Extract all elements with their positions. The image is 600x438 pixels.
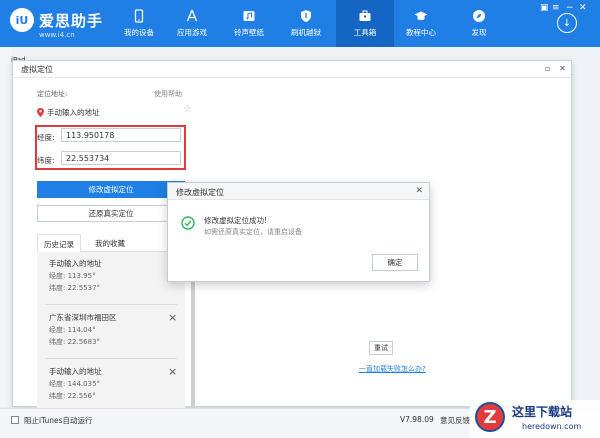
nav-label: 教程中心 <box>406 28 436 37</box>
watermark-url: heredown.com <box>522 422 582 431</box>
list-item[interactable]: 手动输入的地址 经度: 144.035° 纬度: 22.556° × <box>37 360 185 409</box>
itunes-checkbox[interactable] <box>11 416 19 424</box>
restore-icon[interactable]: ▫ <box>545 64 550 73</box>
toolbox-icon <box>359 10 371 21</box>
nav-label: 刷机越狱 <box>291 28 321 37</box>
history-longitude: 经度: 113.95° <box>49 272 96 280</box>
divider <box>45 358 177 359</box>
latitude-label: 纬度: <box>37 156 55 165</box>
favorite-star-icon[interactable]: ☆ <box>183 104 192 115</box>
nav-ringtones-wallpapers[interactable]: 铃声壁纸 <box>220 0 278 47</box>
list-item[interactable]: 手动输入的地址 经度: 113.95° 纬度: 22.5537° <box>37 252 185 302</box>
itunes-label: 阻止iTunes自动运行 <box>24 416 93 425</box>
graduation-icon <box>414 11 428 21</box>
history-list: 手动输入的地址 经度: 113.95° 纬度: 22.5537° 广东省深圳市福… <box>37 252 185 409</box>
nav-my-device[interactable]: 我的设备 <box>110 0 168 47</box>
modify-location-button[interactable]: 修改虚拟定位 <box>37 181 185 198</box>
history-longitude: 经度: 114.04° <box>49 326 96 334</box>
menu-icon[interactable]: ≡ <box>552 3 560 13</box>
nav-tutorial-center[interactable]: 教程中心 <box>392 0 450 47</box>
nav-toolbox[interactable]: 工具箱 <box>336 0 394 47</box>
location-address-label: 定位地址: <box>37 90 68 98</box>
nav-label: 工具箱 <box>353 28 377 37</box>
list-item[interactable]: 广东省深圳市福田区 经度: 114.04° 纬度: 22.5683° × <box>37 306 185 356</box>
nav-label: 发现 <box>471 28 487 37</box>
use-help-link[interactable]: 使用帮助 <box>154 89 182 99</box>
window-titlebar: 虚拟定位 ▫ ✕ <box>13 61 571 78</box>
history-latitude: 纬度: 22.5683° <box>49 338 101 346</box>
download-button[interactable]: ↓ <box>557 13 577 33</box>
history-longitude: 经度: 144.035° <box>49 380 101 388</box>
success-check-icon <box>181 216 195 230</box>
tab-favorites[interactable]: 我的收藏 <box>89 234 131 252</box>
help-link[interactable]: 一直加载失败怎么办? <box>359 364 426 374</box>
skin-icon[interactable]: ▣ <box>540 3 549 13</box>
nav-apps-games[interactable]: 应用游戏 <box>163 0 221 47</box>
longitude-input[interactable]: 113.950178 <box>61 128 181 142</box>
app-logo: iU 爱思助手 www.i4.cn <box>10 8 104 39</box>
retry-button[interactable]: 重试 <box>369 341 393 355</box>
history-tabs: 历史记录 我的收藏 <box>37 234 185 252</box>
minimize-icon[interactable]: − <box>566 3 574 13</box>
apps-icon <box>186 9 198 22</box>
address-row: 手动输入的地址 <box>37 107 100 118</box>
dialog-submessage: 如需还原真实定位，请重启设备 <box>204 228 302 236</box>
close-icon[interactable]: ✕ <box>579 3 587 13</box>
dialog-message: 修改虚拟定位成功! <box>204 216 268 225</box>
longitude-label: 经度: <box>37 133 55 142</box>
dialog-title: 修改虚拟定位 <box>176 188 224 197</box>
nav-flash-jailbreak[interactable]: 刷机越狱 <box>277 0 335 47</box>
delete-icon[interactable]: × <box>168 365 177 378</box>
nav-label: 铃声壁纸 <box>234 28 264 37</box>
tab-history[interactable]: 历史记录 <box>37 234 81 252</box>
history-title: 手动输入的地址 <box>49 367 102 376</box>
dialog-close-icon[interactable]: ✕ <box>415 186 423 196</box>
watermark-text: 这里下载站 <box>512 405 573 419</box>
phone-icon <box>134 9 144 23</box>
compass-icon <box>473 10 485 22</box>
music-icon <box>243 11 255 21</box>
watermark-logo: Z <box>475 402 505 432</box>
version-text: V7.98.09 <box>400 415 434 424</box>
watermark: Z 这里下载站 heredown.com <box>470 400 600 438</box>
top-navigation-bar: iU 爱思助手 www.i4.cn 我的设备 应用游戏 铃声壁纸 刷机越狱 工具… <box>0 0 600 47</box>
shield-icon <box>301 10 311 22</box>
dialog-titlebar: 修改虚拟定位 ✕ <box>168 183 429 200</box>
history-latitude: 纬度: 22.556° <box>49 392 96 400</box>
delete-icon[interactable]: × <box>168 311 177 324</box>
latitude-input[interactable]: 22.553734 <box>61 151 181 165</box>
app-name: 爱思助手 <box>39 11 104 30</box>
ok-button[interactable]: 确定 <box>372 254 418 271</box>
feedback-link[interactable]: 意见反馈 <box>440 415 470 426</box>
app-url: www.i4.cn <box>39 31 75 39</box>
download-arrow-icon: ↓ <box>562 17 572 29</box>
window-close-icon[interactable]: ✕ <box>559 64 566 73</box>
restore-location-button[interactable]: 还原真实定位 <box>37 205 185 222</box>
success-dialog: 修改虚拟定位 ✕ 修改虚拟定位成功! 如需还原真实定位，请重启设备 确定 <box>167 182 430 282</box>
window-title: 虚拟定位 <box>21 65 53 74</box>
logo-badge: iU <box>10 8 34 32</box>
address-text: 手动输入的地址 <box>47 108 100 117</box>
nav-label: 我的设备 <box>124 28 154 37</box>
location-pin-icon <box>37 108 44 117</box>
nav-label: 应用游戏 <box>177 28 207 37</box>
nav-discover[interactable]: 发现 <box>450 0 508 47</box>
left-sidebar <box>0 47 12 407</box>
history-title: 手动输入的地址 <box>49 259 102 268</box>
history-title: 广东省深圳市福田区 <box>49 313 117 322</box>
history-latitude: 纬度: 22.5537° <box>49 284 101 292</box>
divider <box>45 304 177 305</box>
